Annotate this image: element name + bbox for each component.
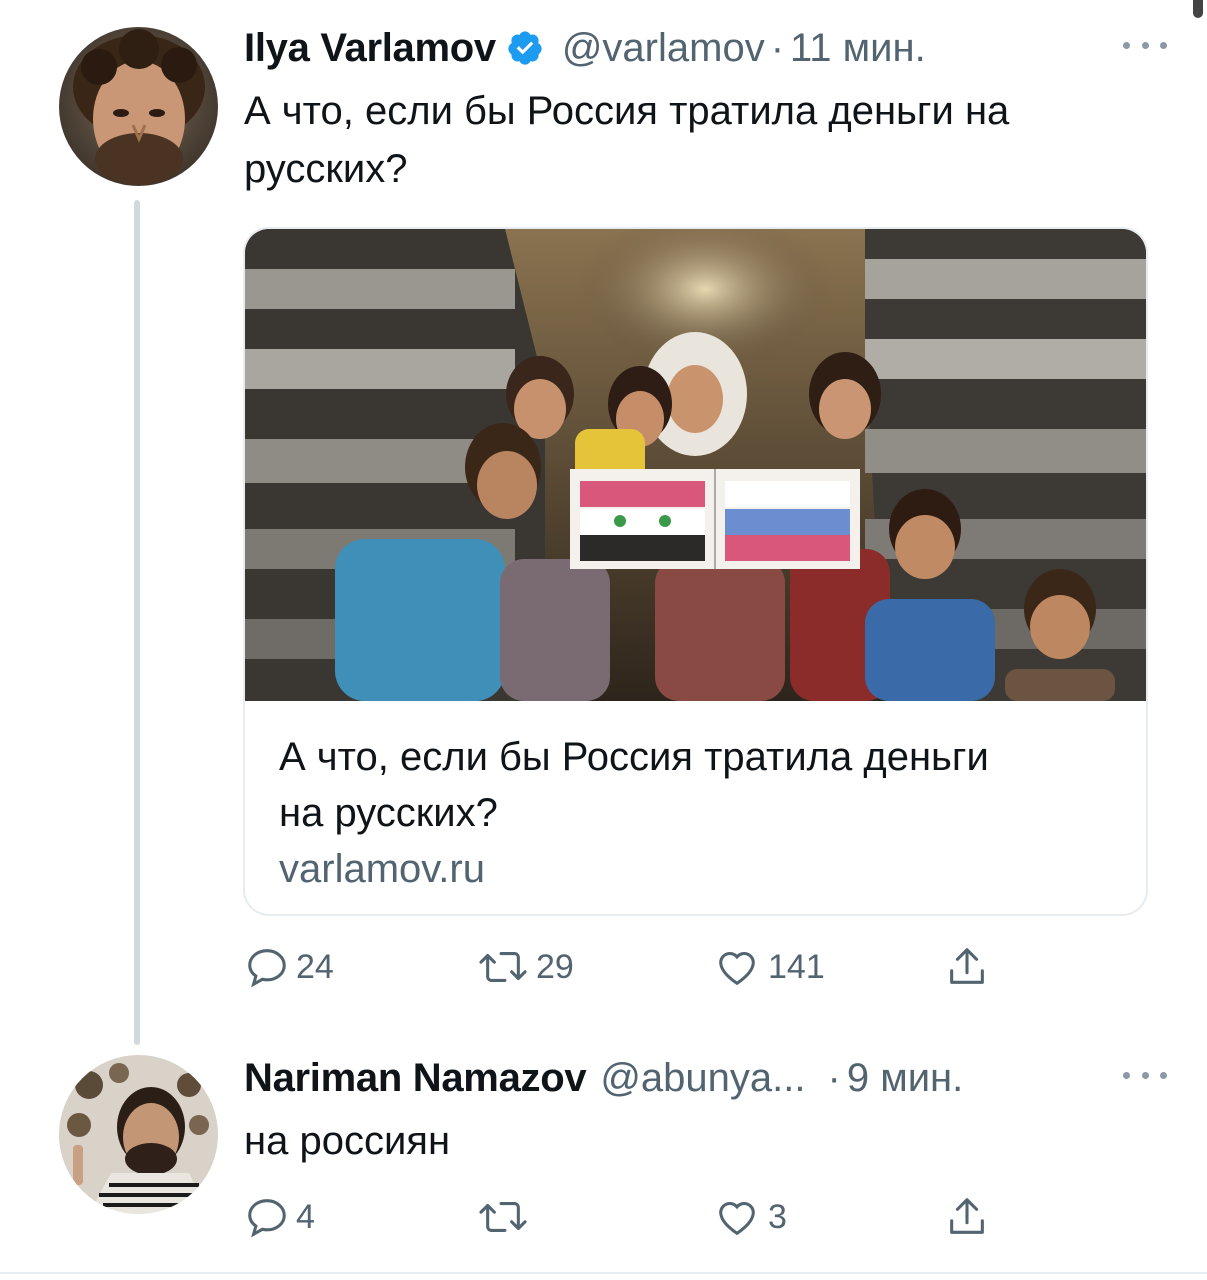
like-button[interactable]: 3 bbox=[712, 1192, 787, 1242]
share-icon bbox=[944, 944, 990, 990]
thread-connector-line bbox=[134, 200, 140, 1045]
user-handle[interactable]: @varlamov bbox=[562, 26, 765, 71]
more-dots-icon[interactable] bbox=[1123, 30, 1167, 60]
tweet[interactable]: Ilya Varlamov @varlamov · 11 мин. А что,… bbox=[0, 0, 1207, 1050]
share-button[interactable] bbox=[944, 1192, 990, 1242]
verified-badge-icon bbox=[506, 29, 544, 67]
timestamp[interactable]: 9 мин. bbox=[847, 1056, 963, 1101]
avatar[interactable] bbox=[59, 1055, 218, 1214]
avatar[interactable] bbox=[59, 27, 218, 186]
reply-button[interactable]: 4 bbox=[244, 1192, 315, 1242]
twitter-thread-view: Ilya Varlamov @varlamov · 11 мин. А что,… bbox=[0, 0, 1207, 1280]
timestamp[interactable]: 11 мин. bbox=[790, 26, 926, 71]
reply-bubble-icon bbox=[244, 1194, 290, 1240]
tweet-header: Nariman Namazov @abunya... · 9 мин. bbox=[244, 1052, 1167, 1104]
more-dots-icon[interactable] bbox=[1123, 1060, 1167, 1090]
card-domain[interactable]: varlamov.ru bbox=[279, 843, 485, 895]
reply-count: 4 bbox=[296, 1197, 315, 1236]
separator-dot: · bbox=[770, 25, 785, 70]
like-count: 3 bbox=[768, 1197, 787, 1236]
retweet-icon bbox=[476, 944, 530, 990]
tweet-header: Ilya Varlamov @varlamov · 11 мин. bbox=[244, 22, 1167, 74]
display-name[interactable]: Ilya Varlamov bbox=[244, 26, 496, 71]
retweet-button[interactable]: 29 bbox=[476, 942, 574, 992]
like-button[interactable]: 141 bbox=[712, 942, 825, 992]
tweet-text: на россиян bbox=[244, 1119, 451, 1163]
heart-icon bbox=[712, 944, 762, 990]
heart-icon bbox=[712, 1194, 762, 1240]
reply-bubble-icon bbox=[244, 944, 290, 990]
share-icon bbox=[944, 1194, 990, 1240]
reply-count: 24 bbox=[296, 947, 334, 986]
user-handle[interactable]: @abunya... bbox=[600, 1056, 805, 1101]
tweet-actions: 24 29 141 bbox=[244, 942, 1004, 992]
like-count: 141 bbox=[768, 947, 825, 986]
card-image bbox=[245, 229, 1146, 701]
retweet-count: 29 bbox=[536, 947, 574, 986]
share-button[interactable] bbox=[944, 942, 990, 992]
tweet-actions: 4 3 bbox=[244, 1192, 1004, 1242]
display-name[interactable]: Nariman Namazov bbox=[244, 1056, 587, 1101]
card-title[interactable]: А что, если бы Россия тратила деньги на … bbox=[279, 729, 1039, 841]
link-preview-card[interactable]: А что, если бы Россия тратила деньги на … bbox=[243, 227, 1148, 916]
retweet-button[interactable] bbox=[476, 1192, 536, 1242]
tweet-text: А что, если бы Россия тратила деньги на … bbox=[244, 89, 1010, 191]
retweet-icon bbox=[476, 1194, 530, 1240]
reply-button[interactable]: 24 bbox=[244, 942, 334, 992]
separator-dot: · bbox=[827, 1055, 841, 1100]
divider bbox=[0, 1272, 1207, 1274]
